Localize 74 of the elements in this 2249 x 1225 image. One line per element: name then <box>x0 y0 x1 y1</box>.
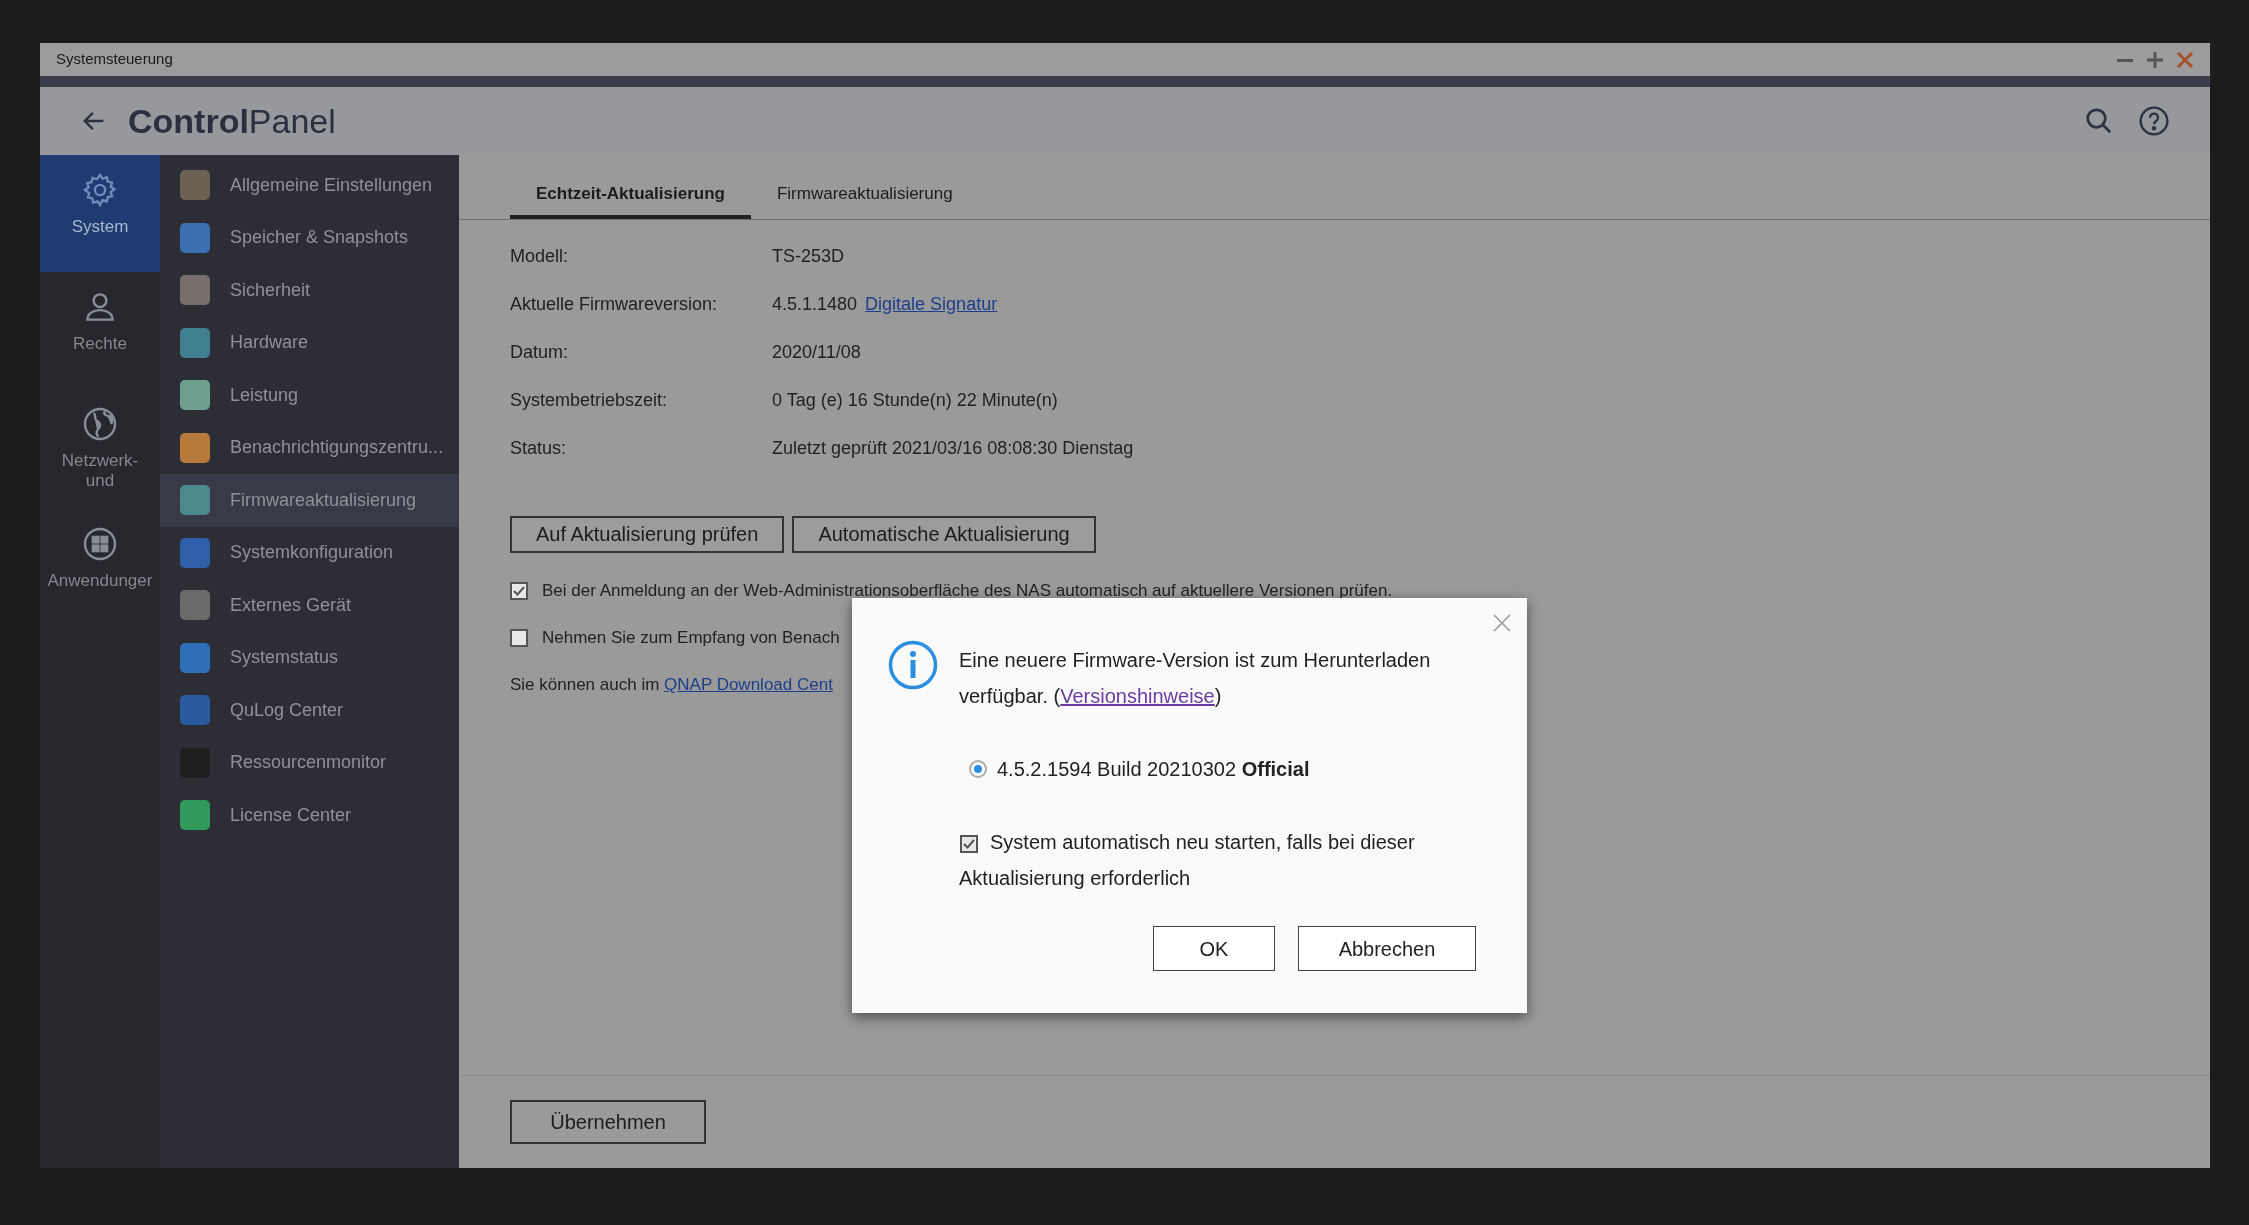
info-value: 0 Tag (e) 16 Stunde(n) 22 Minute(n) <box>772 388 1058 412</box>
menu-item[interactable]: Firmwareaktualisierung <box>160 474 459 527</box>
tab[interactable]: Echtzeit-Aktualisierung <box>510 175 751 219</box>
menu-label: QuLog Center <box>230 698 344 722</box>
help-icon[interactable] <box>2138 105 2170 137</box>
menu-label: Hardware <box>230 331 309 355</box>
nav-rail-item[interactable]: Netzwerk- und <box>40 389 160 509</box>
menu-label: Externes Gerät <box>230 593 352 617</box>
menu-item[interactable]: QuLog Center <box>160 684 459 737</box>
menu-label: Sicherheit <box>230 278 311 302</box>
nav-rail-item[interactable]: Anwendunger <box>40 509 160 626</box>
apply-button[interactable]: Übernehmen <box>510 1100 706 1144</box>
nav-rail-label: Anwendunger <box>47 571 153 591</box>
menu-item[interactable]: Ressourcenmonitor <box>160 736 459 789</box>
release-notes-link[interactable]: Versionshinweise <box>1060 685 1215 707</box>
menu-label: Leistung <box>230 383 299 407</box>
info-label: Aktuelle Firmwareversion: <box>510 292 719 316</box>
menu-label: Firmwareaktualisierung <box>230 488 417 512</box>
window-title: Systemsteuerung <box>56 49 173 70</box>
dialog-button[interactable]: OK <box>1153 926 1275 971</box>
note-text: Sie können auch im <box>510 673 661 696</box>
gear-icon <box>81 171 119 209</box>
info-label: Modell: <box>510 244 570 268</box>
option-label: Nehmen Sie zum Empfang von Benach <box>542 626 840 649</box>
menu-label: Speicher & Snapshots <box>230 226 409 250</box>
message-text: Eine neuere Firmware-Version ist zum Herunterladen verfügbar. (Versionshinweise) <box>959 648 1432 709</box>
info-label: Datum: <box>510 340 570 364</box>
menu-item[interactable]: Systemstatus <box>160 631 459 684</box>
menu-label: Ressourcenmonitor <box>230 751 387 775</box>
version-label: 4.5.2.1594 Build 20210302 Official <box>997 757 1310 782</box>
nav-rail-item[interactable]: System <box>40 155 160 272</box>
globe-icon <box>81 405 119 443</box>
info-label: Systembetriebszeit: <box>510 388 669 412</box>
apps-icon <box>81 525 119 563</box>
search-icon[interactable] <box>2084 106 2114 136</box>
tab[interactable]: Firmwareaktualisierung <box>750 175 979 219</box>
menu-item[interactable]: License Center <box>160 789 459 842</box>
maximize-icon[interactable] <box>2146 50 2164 69</box>
menu-label: Systemstatus <box>230 646 339 670</box>
menu-item[interactable]: Hardware <box>160 316 459 369</box>
dialog-button[interactable]: Abbrechen <box>1298 926 1476 971</box>
menu-item[interactable]: Externes Gerät <box>160 579 459 632</box>
menu-item[interactable]: Allgemeine Einstellungen <box>160 159 459 212</box>
signature-link[interactable]: Digitale Signatur <box>865 290 998 318</box>
nav-rail-item[interactable]: Rechte <box>40 272 160 389</box>
menu-item[interactable]: Leistung <box>160 369 459 422</box>
nav-rail-label: Rechte <box>73 334 127 354</box>
menu-item[interactable]: Speicher & Snapshots <box>160 211 459 264</box>
menu-item[interactable]: Sicherheit <box>160 264 459 317</box>
restart-option: System automatisch neu starten, falls bei dieser Aktualisierung erforderlich <box>959 824 1479 896</box>
checkbox[interactable] <box>510 628 528 647</box>
nav-rail-label: System <box>71 217 129 237</box>
checkbox[interactable] <box>510 581 528 600</box>
menu-item[interactable]: Benachrichtigungszentru... <box>160 421 459 474</box>
menu-label: Systemkonfiguration <box>230 541 394 565</box>
menu-label: Benachrichtigungszentru... <box>230 436 444 460</box>
app-title: ControlPanel <box>128 100 336 142</box>
info-value: TS-253D <box>772 244 845 268</box>
menu-label: License Center <box>230 803 352 827</box>
info-value: Zuletzt geprüft 2021/03/16 08:08:30 Dienstag <box>772 436 1134 460</box>
radio-button[interactable] <box>969 760 987 778</box>
download-link[interactable]: QNAP Download Cent <box>664 671 833 698</box>
info-value: 2020/11/08 <box>772 340 861 364</box>
info-icon <box>888 640 938 690</box>
info-label: Status: <box>510 436 568 460</box>
info-value: 4.5.1.1480 <box>772 292 858 316</box>
checkbox[interactable] <box>960 834 978 853</box>
nav-rail-label: Netzwerk- und <box>61 451 139 491</box>
action-button[interactable]: Auf Aktualisierung prüfen <box>510 515 785 553</box>
menu-item[interactable]: Systemkonfiguration <box>160 526 459 579</box>
option-label: Bei der Anmeldung an der Web-Administrationsoberfläche des NAS automatisch auf aktuellere Versionen prüfen. <box>542 579 1393 602</box>
close-icon[interactable] <box>1493 614 1511 632</box>
menu-label: Allgemeine Einstellungen <box>230 173 433 197</box>
action-button[interactable]: Automatische Aktualisierung <box>792 515 1096 553</box>
